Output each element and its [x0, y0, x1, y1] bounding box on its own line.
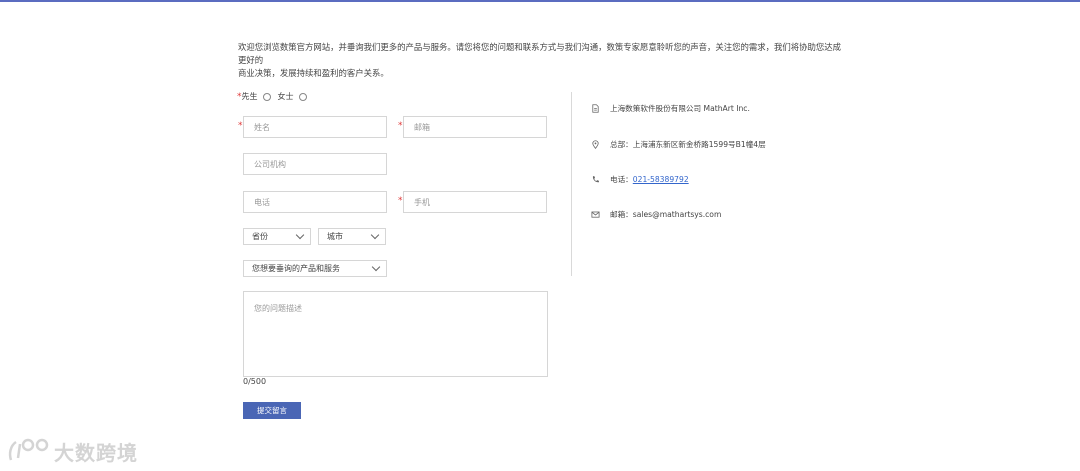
mobile-field[interactable]: 手机 [403, 191, 547, 213]
phone-prefix: 电话： [610, 175, 633, 184]
watermark: 大数跨境 [8, 436, 138, 466]
intro-line-2: 商业决策，发展持续和盈利的客户关系。 [238, 68, 389, 78]
gender-ms-label: 女士 [277, 92, 294, 101]
intro-line-1: 欢迎您浏览数策官方网站，并垂询我们更多的产品与服务。请您将您的问题和联系方式与我… [238, 42, 841, 65]
contact-company: 上海数策软件股份有限公司 MathArt Inc. [591, 103, 750, 114]
submit-label: 提交留言 [257, 406, 287, 415]
chevron-down-icon [295, 230, 305, 240]
province-select[interactable]: 省份 [243, 228, 311, 245]
vertical-divider [571, 92, 572, 276]
city-label: 城市 [327, 232, 343, 241]
company-field[interactable]: 公司机构 [243, 153, 387, 175]
address-text: 总部：上海浦东新区新金桥路1599号B1幢4层 [610, 140, 766, 149]
intro-text: 欢迎您浏览数策官方网站，并垂询我们更多的产品与服务。请您将您的问题和联系方式与我… [238, 41, 848, 80]
chevron-down-icon [370, 230, 380, 240]
gender-mr-radio[interactable] [262, 92, 271, 101]
name-field[interactable]: 姓名 [243, 116, 387, 138]
phone-field[interactable]: 电话 [243, 191, 387, 213]
gender-mr-label: 先生 [241, 92, 258, 101]
product-label: 您想要垂询的产品和服务 [252, 264, 340, 273]
gender-selector: * 先生 女士 [237, 91, 314, 102]
required-mark: * [238, 121, 243, 131]
name-placeholder: 姓名 [254, 122, 270, 132]
company-text: 上海数策软件股份有限公司 MathArt Inc. [610, 104, 750, 113]
company-placeholder: 公司机构 [254, 159, 286, 169]
required-mark: * [398, 121, 403, 131]
char-counter: 0/500 [243, 377, 267, 386]
description-placeholder: 您的问题描述 [254, 304, 302, 313]
contact-address: 总部：上海浦东新区新金桥路1599号B1幢4层 [591, 139, 766, 150]
product-select[interactable]: 您想要垂询的产品和服务 [243, 260, 387, 277]
mobile-placeholder: 手机 [414, 197, 430, 207]
top-accent-bar [0, 0, 1080, 2]
contact-phone: 电话： 021-58389792 [591, 174, 689, 185]
document-icon [592, 104, 599, 113]
province-label: 省份 [252, 232, 268, 241]
mail-icon [591, 211, 600, 218]
phone-placeholder: 电话 [254, 197, 270, 207]
submit-button[interactable]: 提交留言 [243, 402, 301, 419]
required-mark: * [398, 196, 403, 206]
email-text: 邮箱：sales@mathartsys.com [610, 210, 722, 219]
email-placeholder: 邮箱 [414, 122, 430, 132]
phone-link[interactable]: 021-58389792 [633, 175, 689, 184]
chevron-down-icon [371, 262, 381, 272]
phone-icon [592, 176, 600, 183]
location-pin-icon [592, 140, 599, 149]
watermark-text: 大数跨境 [54, 440, 138, 465]
gender-ms-radio[interactable] [298, 92, 307, 101]
email-field[interactable]: 邮箱 [403, 116, 547, 138]
contact-email: 邮箱：sales@mathartsys.com [591, 209, 721, 220]
watermark-logo-icon [8, 438, 49, 461]
city-select[interactable]: 城市 [318, 228, 386, 245]
description-textarea[interactable]: 您的问题描述 [243, 291, 548, 377]
